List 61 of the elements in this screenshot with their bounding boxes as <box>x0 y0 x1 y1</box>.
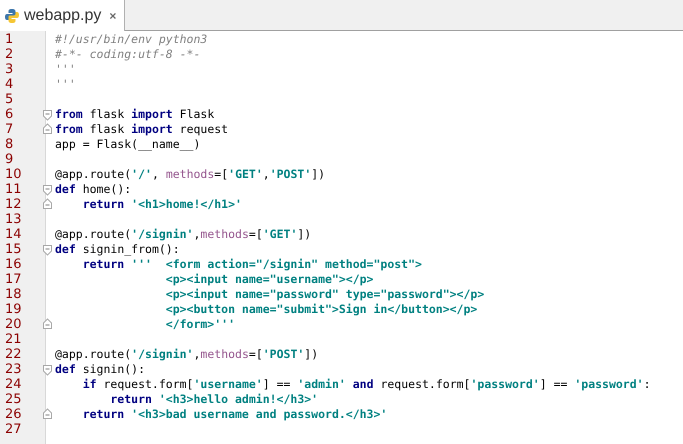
line-number: 26 <box>4 407 23 422</box>
line-number: 2 <box>4 47 14 62</box>
line-number: 6 <box>4 107 14 122</box>
code-line: #!/usr/bin/env python3 <box>55 32 208 47</box>
line-number: 4 <box>4 77 14 92</box>
line-number: 22 <box>4 347 23 362</box>
code-line: <p><input name="password" type="password"></p> <box>166 287 484 302</box>
code-line: return '<h1>home!</h1>' <box>82 197 242 212</box>
line-number: 10 <box>4 167 23 182</box>
code-line: def signin_from(): <box>55 242 180 257</box>
fold-icon[interactable] <box>43 245 52 256</box>
code-line: <p><input name="username"></p> <box>166 272 374 287</box>
code-line: return ''' <form action="/signin" method="post"> <box>82 257 422 272</box>
code-line: from flask import request <box>55 122 228 137</box>
line-number: 12 <box>4 197 23 212</box>
line-number: 13 <box>4 212 23 227</box>
code-line: from flask import Flask <box>55 107 214 122</box>
line-number: 9 <box>4 152 14 167</box>
line-number: 18 <box>4 287 23 302</box>
line-number: 7 <box>4 122 14 137</box>
line-number: 20 <box>4 317 23 332</box>
code-line: app = Flask(__name__) <box>55 137 200 152</box>
line-number: 21 <box>4 332 23 347</box>
fold-icon[interactable] <box>43 185 52 196</box>
fold-icon[interactable] <box>43 318 52 329</box>
line-number: 23 <box>4 362 23 377</box>
line-number: 5 <box>4 92 14 107</box>
line-number: 27 <box>4 422 23 437</box>
code-line: return '<h3>bad username and password.</h3>' <box>82 407 388 422</box>
tab-label: webapp.py <box>24 6 102 26</box>
code-line: @app.route('/signin',methods=['GET']) <box>55 227 312 242</box>
code-line: </form>''' <box>166 317 236 332</box>
line-number: 3 <box>4 62 14 77</box>
line-number: 16 <box>4 257 23 272</box>
fold-icon[interactable] <box>43 198 52 209</box>
line-number: 17 <box>4 272 23 287</box>
line-number: 15 <box>4 242 23 257</box>
file-tab[interactable]: webapp.py × <box>0 0 126 31</box>
code-line: @app.route('/', methods=['GET','POST']) <box>55 167 326 182</box>
fold-icon[interactable] <box>43 110 52 121</box>
fold-icon[interactable] <box>43 408 52 419</box>
line-number: 19 <box>4 302 23 317</box>
code-line: @app.route('/signin',methods=['POST']) <box>55 347 318 362</box>
python-logo-icon <box>4 8 20 24</box>
line-number: 24 <box>4 377 23 392</box>
line-number: 11 <box>4 182 23 197</box>
close-button[interactable]: × <box>109 6 116 24</box>
code-line: <p><button name="submit">Sign in</button></p> <box>166 302 478 317</box>
line-number: 8 <box>4 137 14 152</box>
line-number: 14 <box>4 227 23 242</box>
code-line: #-*- coding:utf-8 -*- <box>55 47 200 62</box>
code-line: return '<h3>hello admin!</h3>' <box>110 392 318 407</box>
code-line: ''' <box>55 77 76 92</box>
code-line: ''' <box>55 62 76 77</box>
fold-icon[interactable] <box>43 365 52 376</box>
line-number: 1 <box>4 32 14 47</box>
fold-icon[interactable] <box>43 123 52 134</box>
code-line: def home(): <box>55 182 132 197</box>
line-number: 25 <box>4 392 23 407</box>
code-line: if request.form['username'] == 'admin' and request.form['password'] == 'password': <box>82 377 651 392</box>
code-line: def signin(): <box>55 362 146 377</box>
